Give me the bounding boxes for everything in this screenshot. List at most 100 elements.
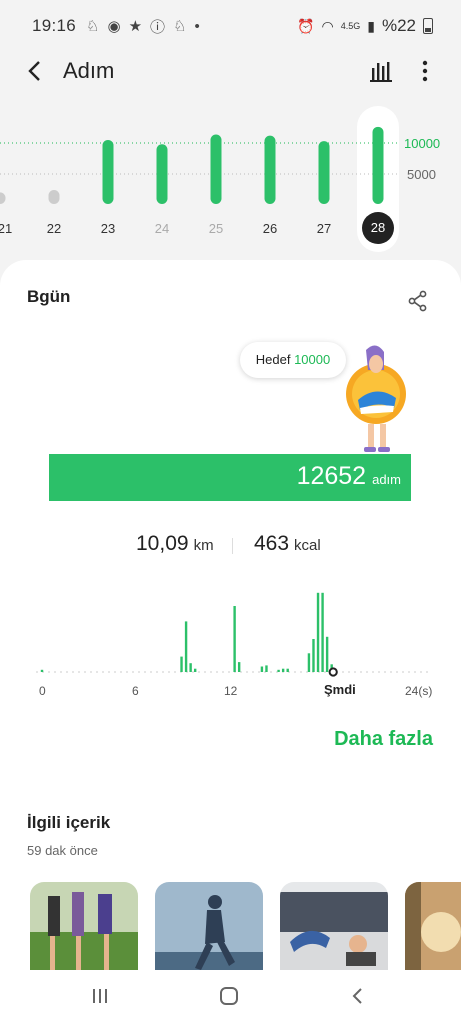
hour-bar bbox=[184, 621, 188, 672]
hour-bar bbox=[321, 592, 324, 672]
day-label-22[interactable]: 22 bbox=[39, 221, 69, 236]
outdoor-image-icon bbox=[405, 882, 461, 980]
hour-tick-24: 24(s) bbox=[405, 684, 433, 698]
day-label-26[interactable]: 26 bbox=[255, 221, 285, 236]
more-options-button[interactable] bbox=[412, 58, 438, 84]
hourly-steps-chart bbox=[36, 592, 432, 677]
hour-bar bbox=[325, 636, 329, 672]
related-card-3[interactable] bbox=[280, 882, 388, 980]
nav-back-button[interactable] bbox=[348, 986, 368, 1006]
recent-apps-icon bbox=[93, 989, 107, 1003]
recent-apps-button[interactable] bbox=[90, 986, 110, 1006]
wifi-icon: ◠ bbox=[321, 17, 334, 34]
goal-line-label: 10000 bbox=[404, 136, 441, 151]
day-bar-28[interactable] bbox=[372, 126, 384, 204]
day-bar-24[interactable] bbox=[156, 144, 168, 204]
hour-bar bbox=[180, 656, 183, 672]
more-button[interactable]: Daha fazla bbox=[334, 728, 433, 751]
trends-button[interactable] bbox=[368, 58, 394, 84]
goal-value: 10000 bbox=[294, 352, 331, 367]
bar-chart-icon bbox=[370, 62, 392, 82]
related-content-time: 59 dak önce bbox=[27, 843, 98, 858]
related-card-4[interactable] bbox=[405, 882, 461, 980]
day-label-24[interactable]: 24 bbox=[147, 221, 177, 236]
day-bar-27[interactable] bbox=[318, 141, 330, 204]
stats-divider bbox=[232, 538, 233, 554]
chrome-icon: ◉ bbox=[107, 18, 121, 35]
system-nav-bar bbox=[0, 970, 461, 1024]
app-notification-icon-2: ♘ bbox=[173, 18, 187, 35]
hour-bar bbox=[237, 662, 241, 672]
related-card-2[interactable] bbox=[155, 882, 263, 980]
hour-bar bbox=[233, 606, 236, 672]
app-bar: Adım bbox=[0, 52, 461, 92]
day-bar-26[interactable] bbox=[264, 135, 276, 204]
goal-bubble: Hedef 10000 bbox=[240, 342, 346, 378]
calories-stat: 463 kcal bbox=[254, 532, 321, 556]
hour-bar bbox=[193, 668, 197, 672]
related-card-1[interactable] bbox=[30, 882, 138, 980]
calories-unit: kcal bbox=[294, 537, 321, 554]
day-bar-25[interactable] bbox=[210, 134, 222, 204]
battery-icon bbox=[423, 18, 433, 34]
day-bar-22[interactable] bbox=[48, 189, 60, 204]
alarm-icon: ⏰ bbox=[297, 17, 315, 34]
weekly-steps-chart[interactable]: 10000 5000 21 22 23 24 25 26 27 28 bbox=[0, 100, 461, 260]
day-label-27[interactable]: 27 bbox=[309, 221, 339, 236]
app-notification-icon: ♘ bbox=[86, 18, 100, 35]
day-label-21[interactable]: 21 bbox=[0, 221, 20, 236]
hour-bar bbox=[189, 663, 192, 672]
page-title: Adım bbox=[63, 58, 115, 83]
runner-mascot-icon bbox=[346, 345, 406, 452]
day-bar-21[interactable] bbox=[0, 192, 6, 204]
steps-count: 12652 bbox=[296, 462, 367, 490]
exercise-image-icon bbox=[280, 882, 388, 980]
status-time: 19:16 bbox=[32, 16, 77, 35]
more-vertical-icon bbox=[422, 60, 428, 82]
signal-icon: ▮ bbox=[367, 17, 375, 34]
now-marker bbox=[328, 667, 338, 677]
steps-progress-bar: 12652 adım bbox=[49, 454, 411, 501]
hour-tick-0: 0 bbox=[39, 684, 46, 698]
share-button[interactable] bbox=[407, 290, 429, 312]
status-bar: 19:16 ♘ ◉ ★ ⓘ ♘ • ⏰ ◠ 4.5G ▮ %22 bbox=[0, 0, 461, 52]
battery-percent: %22 bbox=[381, 16, 416, 35]
activity-stats: 10,09 km 463 kcal bbox=[0, 532, 461, 562]
hour-tick-12: 12 bbox=[224, 684, 238, 698]
share-icon bbox=[408, 290, 427, 312]
calories-value: 463 bbox=[254, 532, 290, 555]
steps-value-wrap: 12652 adım bbox=[297, 462, 401, 491]
hour-bar bbox=[265, 665, 268, 672]
back-button[interactable] bbox=[20, 56, 50, 86]
jogger-sunset-image-icon bbox=[155, 882, 263, 980]
related-content-title: İlgili içerik bbox=[27, 813, 111, 832]
lock-icon: ⓘ bbox=[150, 18, 166, 36]
home-button[interactable] bbox=[219, 986, 239, 1006]
status-right: ⏰ ◠ 4.5G ▮ %22 bbox=[297, 16, 433, 36]
dot-icon: • bbox=[194, 17, 200, 35]
runners-image-icon bbox=[30, 882, 138, 980]
card-title: Bgün bbox=[27, 287, 71, 306]
hour-bar bbox=[281, 668, 285, 672]
day-label-25[interactable]: 25 bbox=[201, 221, 231, 236]
hour-bar bbox=[277, 669, 280, 672]
network-label: 4.5G bbox=[340, 21, 361, 31]
day-label-28[interactable]: 28 bbox=[362, 212, 394, 244]
hour-bar bbox=[316, 592, 320, 672]
half-goal-label: 5000 bbox=[407, 167, 436, 182]
day-label-23[interactable]: 23 bbox=[93, 221, 123, 236]
chevron-left-icon bbox=[28, 61, 40, 81]
hour-bar bbox=[40, 669, 44, 672]
hour-bar bbox=[286, 668, 289, 672]
star-icon: ★ bbox=[128, 18, 143, 35]
hour-tick-6: 6 bbox=[132, 684, 139, 698]
weekly-bars bbox=[0, 126, 400, 204]
chevron-left-icon bbox=[352, 988, 362, 1004]
hour-bar bbox=[312, 639, 315, 672]
hour-bar bbox=[307, 653, 311, 672]
distance-value: 10,09 bbox=[136, 532, 189, 555]
day-bar-23[interactable] bbox=[102, 139, 114, 204]
steps-unit: adım bbox=[372, 472, 401, 487]
hour-bar bbox=[260, 666, 264, 672]
goal-text: Hedef bbox=[255, 352, 291, 367]
